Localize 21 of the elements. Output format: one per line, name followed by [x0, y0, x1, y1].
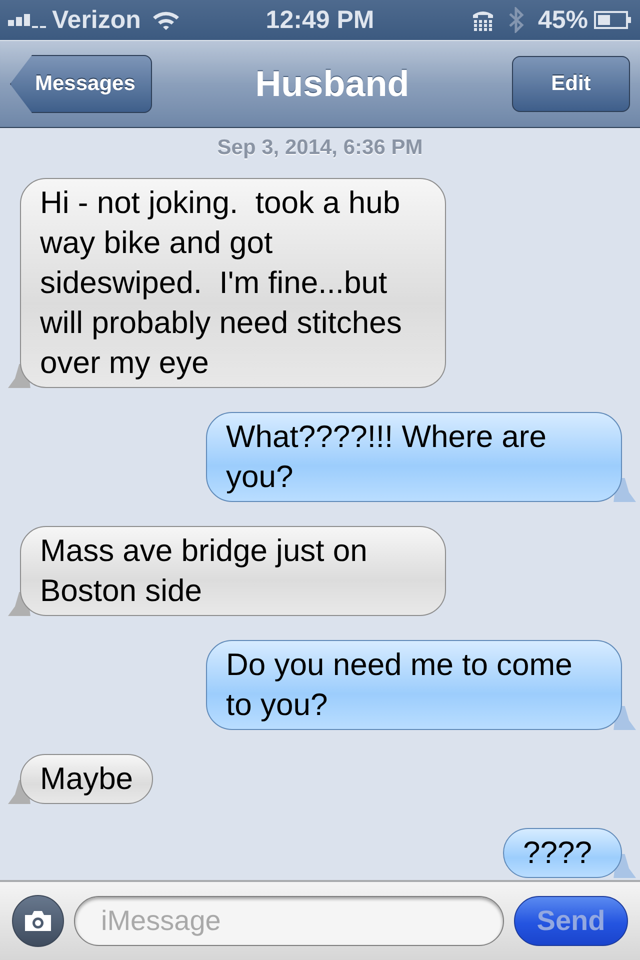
conversation-title: Husband — [255, 63, 410, 105]
back-button[interactable]: Messages — [10, 55, 152, 113]
tty-icon — [472, 9, 494, 31]
sent-message: What????!!! Where are you? — [206, 412, 636, 502]
camera-icon — [23, 909, 53, 933]
signal-icon — [8, 12, 46, 28]
received-message: Mass ave bridge just on Boston side — [8, 526, 446, 616]
bluetooth-icon — [508, 7, 524, 33]
received-message: Hi - not joking. took a hub way bike and got sideswiped. I'm fine...but will probably need stitches over my eye — [8, 178, 446, 388]
message-timestamp: Sep 3, 2014, 6:36 PM — [217, 136, 423, 160]
status-time: 12:49 PM — [266, 6, 374, 34]
message-field[interactable]: iMessage — [74, 896, 504, 946]
battery-percent: 45% — [538, 6, 588, 34]
wifi-icon — [150, 9, 181, 31]
sent-message: Do you need me to come to you? — [206, 640, 636, 730]
edit-button[interactable]: Edit — [512, 56, 630, 112]
received-message: Maybe — [8, 754, 154, 804]
sent-message: ???? — [503, 828, 636, 878]
carrier-name: Verizon — [52, 6, 141, 34]
camera-button[interactable] — [12, 895, 64, 947]
battery-icon — [594, 10, 632, 30]
